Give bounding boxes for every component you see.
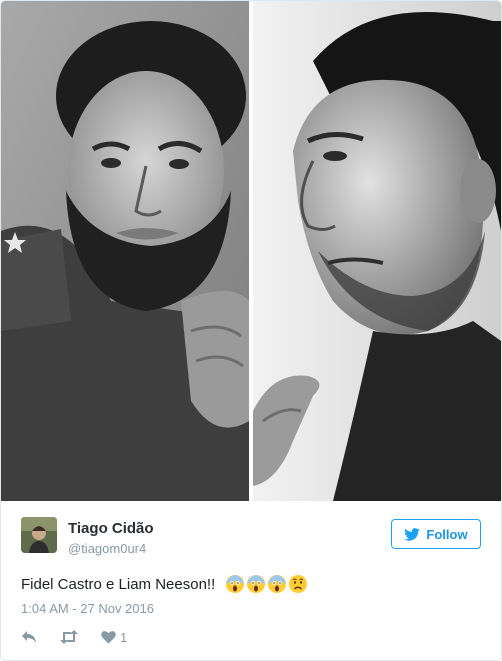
follow-button[interactable]: Follow — [391, 519, 481, 549]
tweet-photo-right[interactable] — [253, 1, 501, 501]
reply-icon — [22, 631, 36, 643]
like-count: 1 — [120, 629, 128, 645]
photo-grid — [1, 1, 501, 501]
twitter-bird-icon — [404, 527, 421, 541]
retweet-button[interactable] — [59, 630, 79, 644]
scream-emoji-icon — [247, 575, 266, 593]
scream-emoji-icon — [268, 575, 287, 593]
tweet-photo-left[interactable] — [1, 1, 249, 501]
tweet-card: Tiago Cidão @tiagom0ur4 Follow Fidel Cas… — [0, 0, 502, 661]
like-button[interactable]: 1 — [101, 630, 127, 645]
worried-emoji-icon — [289, 575, 308, 593]
follow-label: Follow — [426, 526, 468, 542]
tweet-header: Tiago Cidão @tiagom0ur4 Follow — [21, 517, 481, 557]
portrait-right — [253, 1, 501, 501]
tweet-actions: 1 — [21, 628, 127, 646]
tweet-body: Fidel Castro e Liam Neeson!! — [21, 575, 216, 593]
retweet-icon — [60, 630, 78, 644]
avatar-image — [21, 517, 57, 553]
author-name[interactable]: Tiago Cidão — [68, 520, 154, 537]
author-handle[interactable]: @tiagom0ur4 — [68, 541, 146, 556]
reply-button[interactable] — [21, 630, 37, 644]
emoji-group — [225, 574, 308, 594]
scream-emoji-icon — [226, 575, 245, 593]
tweet-timestamp[interactable]: 1:04 AM - 27 Nov 2016 — [21, 601, 154, 616]
avatar[interactable] — [21, 517, 57, 553]
heart-icon — [101, 631, 116, 644]
tweet-text: Fidel Castro e Liam Neeson!! — [21, 574, 308, 594]
portrait-left — [1, 1, 249, 501]
